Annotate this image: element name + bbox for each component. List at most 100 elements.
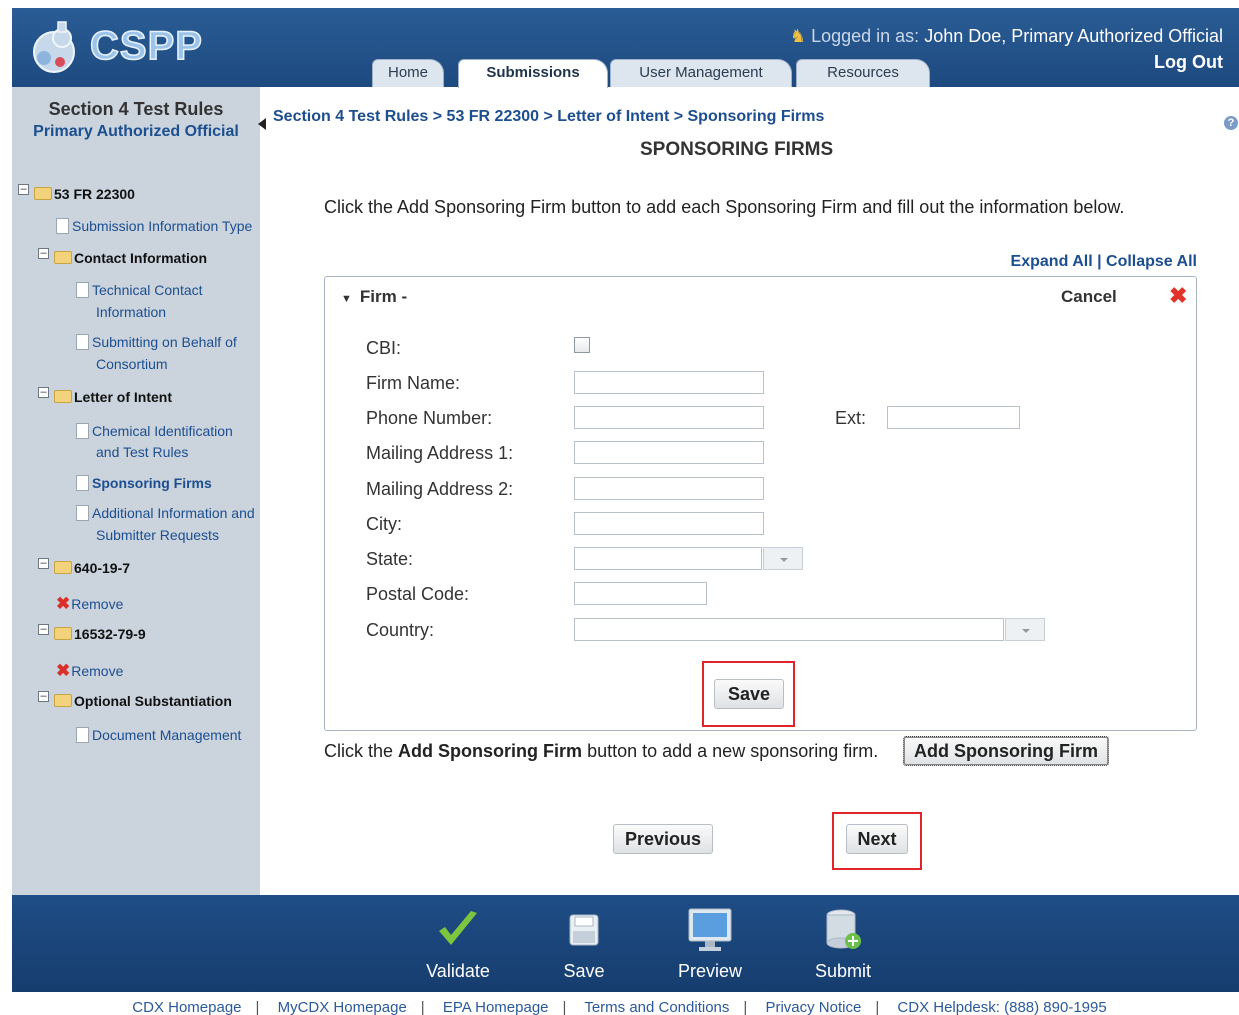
document-icon: [76, 505, 89, 521]
tree-sponsoring-firms[interactable]: Sponsoring Firms: [76, 475, 212, 491]
ext-input[interactable]: [887, 406, 1020, 429]
remove-x-icon: ✖: [56, 594, 71, 613]
flask-logo-icon: [33, 21, 75, 73]
tab-home[interactable]: Home: [372, 59, 444, 87]
logout-link[interactable]: Log Out: [1154, 52, 1223, 73]
country-label: Country:: [366, 620, 435, 640]
logged-in-user: John Doe, Primary Authorized Official: [924, 26, 1223, 46]
save-button[interactable]: Save: [714, 679, 784, 709]
tree-collapse-icon[interactable]: –: [38, 387, 49, 398]
tree-remove-1[interactable]: ✖Remove: [56, 594, 123, 614]
tab-user-management[interactable]: User Management: [610, 59, 792, 87]
floppy-disk-icon: [569, 914, 599, 946]
footer-mycdx-homepage[interactable]: MyCDX Homepage: [278, 999, 407, 1015]
validate-button[interactable]: Validate: [408, 895, 508, 992]
phone-label: Phone Number:: [366, 408, 493, 428]
tree-submitting-behalf[interactable]: Submitting on Behalf of: [76, 334, 237, 350]
sidebar: Section 4 Test Rules Primary Authorized …: [12, 87, 260, 895]
phone-input[interactable]: [574, 406, 764, 429]
tree-optional-substantiation[interactable]: Optional Substantiation: [54, 693, 232, 709]
document-icon: [76, 282, 89, 298]
tree-additional-info-line2[interactable]: Submitter Requests: [96, 527, 219, 543]
checkmark-icon: [439, 911, 477, 945]
postal-code-input[interactable]: [574, 582, 707, 605]
cancel-link[interactable]: Cancel: [1061, 287, 1117, 307]
logged-in-prefix: Logged in as:: [811, 26, 920, 46]
breadcrumb[interactable]: Section 4 Test Rules > 53 FR 22300 > Let…: [273, 108, 824, 126]
city-input[interactable]: [574, 512, 764, 535]
folder-icon: [54, 251, 72, 264]
bottom-toolbar: Validate Save Preview Submit: [12, 895, 1239, 992]
footer-links: CDX Homepage | MyCDX Homepage | EPA Homepa…: [132, 999, 1107, 1015]
tree-collapse-icon[interactable]: –: [38, 558, 49, 569]
tree-letter-of-intent[interactable]: Letter of Intent: [54, 389, 172, 405]
previous-button[interactable]: Previous: [613, 824, 713, 854]
tree-chem-640[interactable]: 640-19-7: [54, 560, 130, 576]
mailing-address-1-input[interactable]: [574, 441, 764, 464]
document-icon: [76, 727, 89, 743]
add-sponsoring-firm-button[interactable]: Add Sponsoring Firm: [903, 736, 1109, 766]
user-icon: ♞: [789, 26, 807, 46]
tree-chemical-id[interactable]: Chemical Identification: [76, 423, 233, 439]
toolbar-save-button[interactable]: Save: [534, 895, 634, 992]
firm-panel: ▼ Firm - Cancel ✖ CBI: Firm Name: Phone N…: [324, 276, 1197, 731]
tree-collapse-icon[interactable]: –: [38, 624, 49, 635]
tree-technical-contact[interactable]: Technical Contact: [76, 282, 203, 298]
app-header: CSPP ♞ Logged in as: John Doe, Primary A…: [12, 8, 1239, 88]
logo-text: CSPP: [89, 23, 203, 69]
firm-name-input[interactable]: [574, 371, 764, 394]
folder-icon: [54, 561, 72, 574]
tree-technical-contact-line2[interactable]: Information: [96, 304, 166, 320]
tree-chemical-id-line2[interactable]: and Test Rules: [96, 444, 188, 460]
expand-all-link[interactable]: Expand All: [1011, 253, 1093, 270]
firm-name-label: Firm Name:: [366, 373, 460, 393]
document-icon: [76, 423, 89, 439]
tree-collapse-icon[interactable]: –: [38, 691, 49, 702]
tree-submission-info[interactable]: Submission Information Type: [56, 218, 252, 234]
footer-privacy[interactable]: Privacy Notice: [765, 999, 861, 1015]
tree-remove-2[interactable]: ✖Remove: [56, 661, 123, 681]
tree-root[interactable]: 53 FR 22300: [34, 186, 135, 202]
mailing-address-2-input[interactable]: [574, 477, 764, 500]
state-select[interactable]: [574, 547, 762, 570]
document-icon: [56, 218, 69, 234]
close-icon[interactable]: ✖: [1169, 283, 1187, 309]
expand-collapse-links: Expand All | Collapse All: [1010, 253, 1197, 270]
state-dropdown-icon[interactable]: [763, 547, 803, 570]
footer-epa-homepage[interactable]: EPA Homepage: [443, 999, 549, 1015]
mailing-address-1-label: Mailing Address 1:: [366, 443, 514, 463]
cbi-checkbox[interactable]: [574, 337, 590, 353]
tree-submitting-behalf-line2[interactable]: Consortium: [96, 356, 168, 372]
tab-submissions[interactable]: Submissions: [458, 59, 608, 88]
footer-terms[interactable]: Terms and Conditions: [584, 999, 729, 1015]
footer-helpdesk[interactable]: CDX Helpdesk: (888) 890-1995: [897, 999, 1106, 1015]
tree-chem-16532[interactable]: 16532-79-9: [54, 626, 146, 642]
next-button[interactable]: Next: [846, 824, 908, 854]
folder-icon: [54, 694, 72, 707]
folder-icon: [54, 390, 72, 403]
country-select[interactable]: [574, 618, 1004, 641]
footer-cdx-homepage[interactable]: CDX Homepage: [132, 999, 241, 1015]
preview-button[interactable]: Preview: [660, 895, 760, 992]
folder-icon: [34, 187, 52, 200]
submit-button[interactable]: Submit: [793, 895, 893, 992]
ext-label: Ext:: [835, 408, 867, 428]
tree-document-management[interactable]: Document Management: [76, 727, 241, 743]
country-dropdown-icon[interactable]: [1005, 618, 1045, 641]
remove-x-icon: ✖: [56, 661, 71, 680]
sidebar-collapse-arrow-icon[interactable]: [258, 118, 266, 130]
tree-collapse-icon[interactable]: –: [18, 184, 29, 195]
cspp-logo[interactable]: CSPP: [28, 16, 208, 80]
tree-collapse-icon[interactable]: –: [38, 248, 49, 259]
instructions-text: Click the Add Sponsoring Firm button to …: [324, 197, 1125, 217]
add-firm-instructions: Click the Add Sponsoring Firm button to …: [324, 741, 879, 761]
collapse-all-link[interactable]: Collapse All: [1106, 253, 1197, 270]
postal-code-label: Postal Code:: [366, 584, 470, 604]
tree-contact-info[interactable]: Contact Information: [54, 250, 207, 266]
tree-additional-info[interactable]: Additional Information and: [76, 505, 255, 521]
firm-toggle[interactable]: ▼ Firm -: [341, 287, 407, 307]
state-label: State:: [366, 549, 414, 569]
logged-in-status: ♞ Logged in as: John Doe, Primary Author…: [790, 26, 1223, 47]
tab-resources[interactable]: Resources: [796, 59, 930, 87]
help-icon[interactable]: ?: [1224, 116, 1238, 130]
